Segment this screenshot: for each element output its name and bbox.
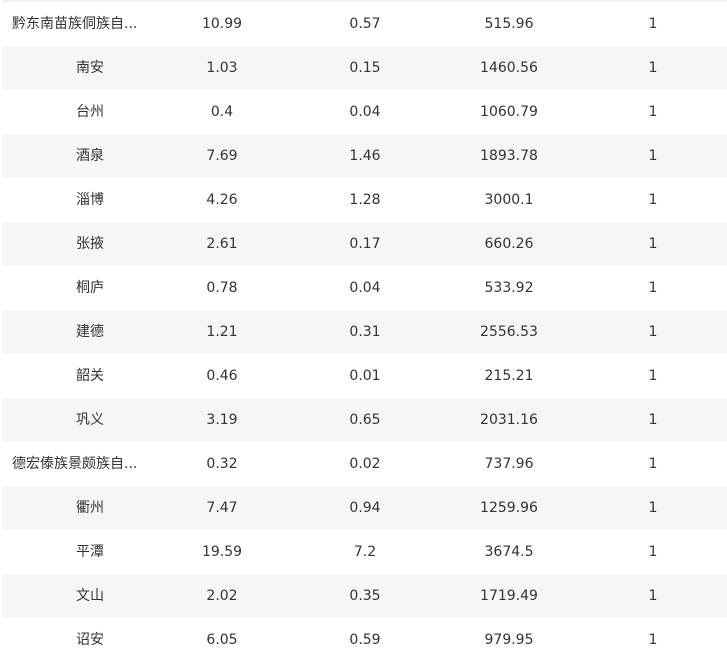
city-name-cell: 黔东南苗族侗族自... xyxy=(12,16,138,32)
value-cell-v2: 7.2 xyxy=(353,544,377,560)
value-cell-v2: 0.01 xyxy=(349,368,381,384)
table-row[interactable]: 建德 1.21 0.31 2556.53 1 xyxy=(2,310,727,354)
value-cell-v2: 0.94 xyxy=(349,500,381,516)
value-cell-v2: 0.35 xyxy=(349,588,381,604)
value-cell-v4: 1 xyxy=(648,588,658,604)
value-cell-v3: 3000.1 xyxy=(484,192,534,208)
table-row[interactable]: 衢州 7.47 0.94 1259.96 1 xyxy=(2,486,727,530)
city-name-cell: 酒泉 xyxy=(76,148,104,164)
value-cell-v4: 1 xyxy=(648,632,658,648)
table-row[interactable]: 文山 2.02 0.35 1719.49 1 xyxy=(2,574,727,618)
value-cell-v3: 1460.56 xyxy=(480,60,538,76)
city-name-cell: 建德 xyxy=(76,324,104,340)
value-cell-v2: 0.02 xyxy=(349,456,381,472)
value-cell-v3: 1259.96 xyxy=(480,500,538,516)
value-cell-v2: 0.65 xyxy=(349,412,381,428)
value-cell-v3: 660.26 xyxy=(484,236,534,252)
table-row[interactable]: 黔东南苗族侗族自... 10.99 0.57 515.96 1 xyxy=(2,2,727,46)
value-cell-v3: 1719.49 xyxy=(480,588,538,604)
city-name-cell: 桐庐 xyxy=(76,280,104,296)
table-row[interactable]: 酒泉 7.69 1.46 1893.78 1 xyxy=(2,134,727,178)
value-cell-v3: 3674.5 xyxy=(484,544,534,560)
table-row[interactable]: 诏安 6.05 0.59 979.95 1 xyxy=(2,618,727,661)
table-row[interactable]: 平潭 19.59 7.2 3674.5 1 xyxy=(2,530,727,574)
value-cell-v3: 2556.53 xyxy=(480,324,538,340)
value-cell-v1: 3.19 xyxy=(206,412,238,428)
value-cell-v1: 7.47 xyxy=(206,500,238,516)
table-row[interactable]: 南安 1.03 0.15 1460.56 1 xyxy=(2,46,727,90)
city-name-cell: 台州 xyxy=(76,104,104,120)
value-cell-v3: 2031.16 xyxy=(480,412,538,428)
city-name-cell: 南安 xyxy=(76,60,104,76)
data-table: 黔东南苗族侗族自... 10.99 0.57 515.96 1 南安 1.03 0.15 146… xyxy=(0,0,727,661)
table-row[interactable]: 淄博 4.26 1.28 3000.1 1 xyxy=(2,178,727,222)
city-name-cell: 巩义 xyxy=(76,412,104,428)
value-cell-v4: 1 xyxy=(648,324,658,340)
value-cell-v1: 1.03 xyxy=(206,60,238,76)
value-cell-v2: 0.59 xyxy=(349,632,381,648)
value-cell-v3: 1060.79 xyxy=(480,104,538,120)
value-cell-v4: 1 xyxy=(648,368,658,384)
value-cell-v1: 4.26 xyxy=(206,192,238,208)
value-cell-v2: 0.17 xyxy=(349,236,381,252)
value-cell-v3: 1893.78 xyxy=(480,148,538,164)
value-cell-v1: 6.05 xyxy=(206,632,238,648)
value-cell-v4: 1 xyxy=(648,192,658,208)
value-cell-v4: 1 xyxy=(648,104,658,120)
value-cell-v2: 0.15 xyxy=(349,60,381,76)
table-row[interactable]: 巩义 3.19 0.65 2031.16 1 xyxy=(2,398,727,442)
value-cell-v3: 215.21 xyxy=(484,368,534,384)
value-cell-v2: 0.04 xyxy=(349,104,381,120)
value-cell-v2: 0.04 xyxy=(349,280,381,296)
value-cell-v4: 1 xyxy=(648,148,658,164)
value-cell-v1: 0.46 xyxy=(206,368,238,384)
value-cell-v3: 533.92 xyxy=(484,280,534,296)
table-row[interactable]: 台州 0.4 0.04 1060.79 1 xyxy=(2,90,727,134)
value-cell-v2: 0.31 xyxy=(349,324,381,340)
table-row[interactable]: 德宏傣族景颇族自... 0.32 0.02 737.96 1 xyxy=(2,442,727,486)
value-cell-v1: 0.78 xyxy=(206,280,238,296)
value-cell-v4: 1 xyxy=(648,500,658,516)
value-cell-v2: 1.28 xyxy=(349,192,381,208)
value-cell-v2: 1.46 xyxy=(349,148,381,164)
value-cell-v1: 2.61 xyxy=(206,236,238,252)
value-cell-v4: 1 xyxy=(648,16,658,32)
value-cell-v3: 515.96 xyxy=(484,16,534,32)
city-name-cell: 德宏傣族景颇族自... xyxy=(12,456,138,472)
value-cell-v1: 19.59 xyxy=(201,544,243,560)
value-cell-v1: 0.32 xyxy=(206,456,238,472)
table-row[interactable]: 桐庐 0.78 0.04 533.92 1 xyxy=(2,266,727,310)
value-cell-v1: 2.02 xyxy=(206,588,238,604)
table-row[interactable]: 张掖 2.61 0.17 660.26 1 xyxy=(2,222,727,266)
value-cell-v1: 7.69 xyxy=(206,148,238,164)
value-cell-v1: 1.21 xyxy=(206,324,238,340)
value-cell-v3: 979.95 xyxy=(484,632,534,648)
city-name-cell: 衢州 xyxy=(76,500,104,516)
value-cell-v4: 1 xyxy=(648,236,658,252)
value-cell-v1: 10.99 xyxy=(201,16,243,32)
value-cell-v3: 737.96 xyxy=(484,456,534,472)
value-cell-v2: 0.57 xyxy=(349,16,381,32)
value-cell-v4: 1 xyxy=(648,280,658,296)
city-name-cell: 文山 xyxy=(76,588,104,604)
value-cell-v1: 0.4 xyxy=(210,104,234,120)
city-name-cell: 张掖 xyxy=(76,236,104,252)
table-row[interactable]: 韶关 0.46 0.01 215.21 1 xyxy=(2,354,727,398)
city-name-cell: 平潭 xyxy=(76,544,104,560)
city-name-cell: 诏安 xyxy=(76,632,104,648)
value-cell-v4: 1 xyxy=(648,544,658,560)
value-cell-v4: 1 xyxy=(648,412,658,428)
city-name-cell: 韶关 xyxy=(76,368,104,384)
value-cell-v4: 1 xyxy=(648,456,658,472)
value-cell-v4: 1 xyxy=(648,60,658,76)
city-name-cell: 淄博 xyxy=(76,192,104,208)
